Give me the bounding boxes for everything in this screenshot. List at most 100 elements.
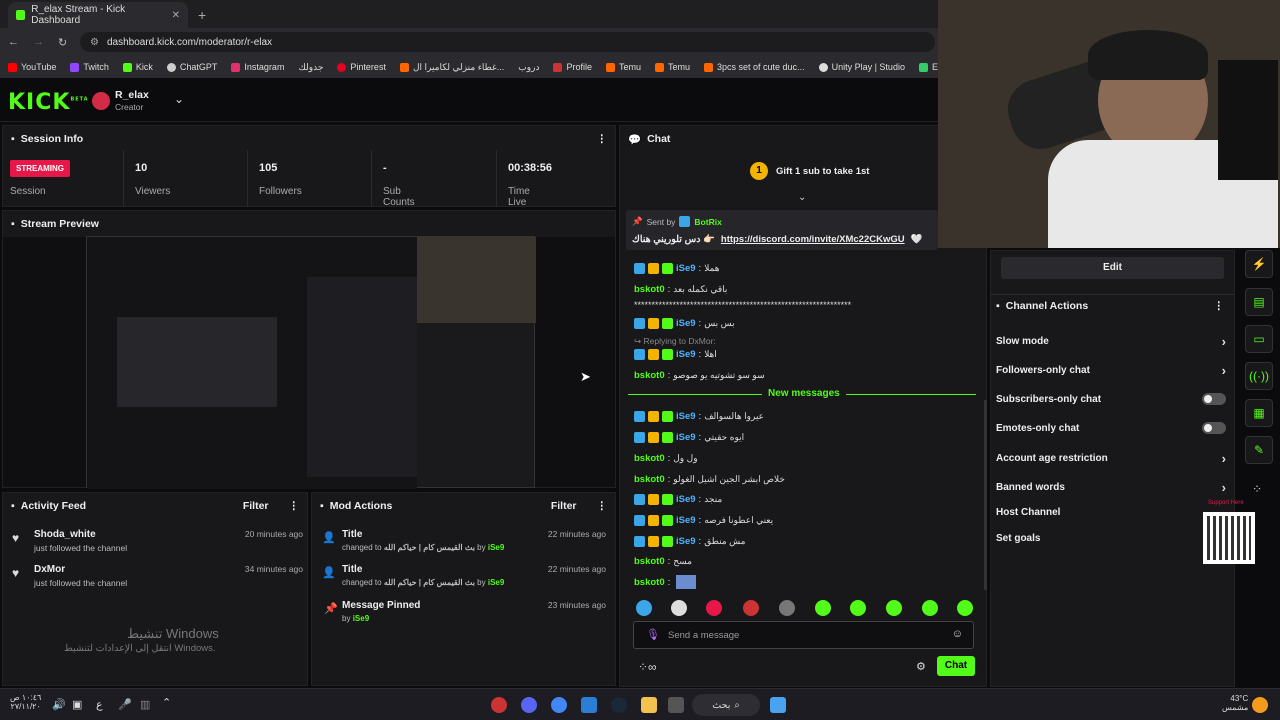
emote-icon[interactable] <box>706 600 722 616</box>
quick-action-chat-icon[interactable]: ▭ <box>1245 325 1273 353</box>
bookmark-temu-2[interactable]: Temu <box>655 62 690 72</box>
back-icon[interactable]: ← <box>8 36 19 48</box>
action-set-goals[interactable]: Set goals <box>996 528 1146 548</box>
pinned-message[interactable]: 📌 Sent by BotRix دس تلوريني هناك 👉🏻 http… <box>626 210 938 250</box>
subscribers-only-toggle[interactable] <box>1202 393 1226 405</box>
file-explorer-icon[interactable] <box>641 697 657 713</box>
chat-send-button[interactable]: Chat <box>937 656 975 676</box>
emote-icon[interactable] <box>743 600 759 616</box>
stream-video[interactable] <box>86 236 536 489</box>
tray-chevron-up-icon[interactable]: ⌃ <box>162 696 171 709</box>
action-slow-mode[interactable]: Slow mode › <box>996 331 1226 351</box>
quick-action-lightning-icon[interactable]: ⚡ <box>1245 250 1273 278</box>
discord-icon[interactable] <box>521 697 537 713</box>
emote-icon[interactable] <box>636 600 652 616</box>
chat-username[interactable]: iSe9 <box>676 536 696 547</box>
app-icon[interactable] <box>668 697 684 713</box>
chat-settings-gear-icon[interactable]: ⚙ <box>916 660 926 673</box>
chat-users-icon[interactable]: ⁘∞ <box>638 660 657 674</box>
kick-logo[interactable]: KICKBETA <box>8 90 89 115</box>
emote-icon[interactable] <box>922 600 938 616</box>
windows-start-icon[interactable] <box>770 697 786 713</box>
action-account-age[interactable]: Account age restriction › <box>996 448 1226 468</box>
action-followers-only[interactable]: Followers-only chat › <box>996 360 1226 380</box>
support-qr-code[interactable] <box>1203 512 1255 564</box>
new-tab-button[interactable]: + <box>198 7 206 23</box>
activity-filter-button[interactable]: Filter <box>243 500 269 512</box>
action-host-channel[interactable]: Host Channel <box>996 502 1146 522</box>
quick-action-notes-icon[interactable]: ▤ <box>1245 288 1273 316</box>
store-icon[interactable] <box>581 697 597 713</box>
bookmark-jadwalak[interactable]: جدولك <box>298 62 323 73</box>
bookmark-unity[interactable]: Unity Play | Studio <box>818 62 905 72</box>
weather-widget[interactable]: 43°C مشمس <box>1222 694 1248 712</box>
emote-icon[interactable] <box>850 600 866 616</box>
network-icon[interactable]: ▣ <box>72 698 82 711</box>
emote-icon[interactable] <box>671 600 687 616</box>
bookmark-pinterest[interactable]: Pinterest <box>337 62 386 72</box>
bookmark-instagram[interactable]: Instagram <box>231 62 284 72</box>
chat-username[interactable]: iSe9 <box>676 349 696 360</box>
browser-tab[interactable]: R_elax Stream - Kick Dashboard ✕ <box>8 2 188 28</box>
quick-action-layout-icon[interactable]: ▦ <box>1245 399 1273 427</box>
chat-scrollbar[interactable] <box>984 400 987 590</box>
forward-icon[interactable]: → <box>33 36 44 48</box>
emotes-only-toggle[interactable] <box>1202 422 1226 434</box>
chat-username[interactable]: bskot0 <box>634 370 665 381</box>
chat-username[interactable]: bskot0 <box>634 577 665 588</box>
microphone-tray-icon[interactable]: 🎤 <box>118 698 132 711</box>
quick-action-wrench-icon[interactable]: ✎ <box>1245 436 1273 464</box>
bookmark-chatgpt[interactable]: ChatGPT <box>166 62 217 72</box>
mod-filter-button[interactable]: Filter <box>551 500 577 512</box>
emoji-picker-icon[interactable]: ☺ <box>952 628 963 640</box>
bookmark-kick[interactable]: Kick <box>122 62 153 72</box>
chat-input-box[interactable]: 🎙 Send a message ☺ <box>633 621 974 649</box>
chat-username[interactable]: iSe9 <box>676 515 696 526</box>
site-info-icon[interactable]: ⚙ <box>90 37 99 48</box>
volume-icon[interactable]: 🔊 <box>52 698 66 711</box>
gift-sub-prompt[interactable]: Gift 1 sub to take 1st <box>776 166 869 177</box>
close-tab-icon[interactable]: ✕ <box>172 10 180 21</box>
language-indicator[interactable]: ع <box>96 698 103 711</box>
taskbar-clock[interactable]: ١٠:٤٦ ص ٢٧/١١/٢٠ <box>10 693 41 711</box>
chat-username[interactable]: iSe9 <box>676 411 696 422</box>
reload-icon[interactable]: ↻ <box>58 36 67 49</box>
edit-stream-info-button[interactable]: Edit <box>1001 257 1224 279</box>
chat-username[interactable]: iSe9 <box>676 263 696 274</box>
bookmark-temu-1[interactable]: Temu <box>605 62 641 72</box>
mic-icon[interactable]: 🎙 <box>646 628 660 641</box>
chat-username[interactable]: bskot0 <box>634 474 665 485</box>
chat-username[interactable]: iSe9 <box>676 432 696 443</box>
session-more-icon[interactable]: ⋮ <box>597 133 608 145</box>
emote-icon[interactable] <box>886 600 902 616</box>
apps-icon[interactable]: ⁘ <box>1252 482 1262 496</box>
channel-actions-more-icon[interactable]: ⋮ <box>1214 300 1225 312</box>
channel-avatar[interactable] <box>92 92 110 110</box>
emote-icon[interactable] <box>957 600 973 616</box>
url-field[interactable]: ⚙ dashboard.kick.com/moderator/r-elax <box>80 32 935 52</box>
chat-username[interactable]: iSe9 <box>676 494 696 505</box>
mod-more-icon[interactable]: ⋮ <box>597 500 608 512</box>
emote-icon[interactable] <box>779 600 795 616</box>
bookmark-twitch[interactable]: Twitch <box>70 62 109 72</box>
bookmark-cute-duck[interactable]: 3pcs set of cute duc... <box>704 62 805 72</box>
action-banned-words[interactable]: Banned words › <box>996 477 1226 497</box>
bookmark-everycircuit[interactable]: EveryCircuit <box>918 62 940 72</box>
bookmark-camera-cover[interactable]: غطاء منزلي لكاميرا ال... <box>399 62 504 73</box>
unpin-icon[interactable]: 🤍 <box>911 234 923 245</box>
obs-icon[interactable] <box>491 697 507 713</box>
tray-icon[interactable]: ▥ <box>140 698 150 711</box>
bookmark-profile[interactable]: Profile <box>553 62 592 72</box>
steam-icon[interactable] <box>611 697 627 713</box>
chat-username[interactable]: iSe9 <box>676 318 696 329</box>
bookmark-durub[interactable]: دروب <box>518 62 539 73</box>
quick-action-broadcast-icon[interactable]: ((·)) <box>1245 362 1273 390</box>
channel-switch-chevron-down-icon[interactable]: ⌄ <box>174 92 184 106</box>
chrome-icon[interactable] <box>551 697 567 713</box>
expand-chevron-icon[interactable]: ⌄ <box>798 192 806 203</box>
emote-icon[interactable] <box>815 600 831 616</box>
taskbar-search[interactable]: بحث ⌕ <box>692 694 760 716</box>
chat-username[interactable]: bskot0 <box>634 284 665 295</box>
chat-username[interactable]: bskot0 <box>634 453 665 464</box>
bookmark-youtube[interactable]: YouTube <box>8 62 56 72</box>
